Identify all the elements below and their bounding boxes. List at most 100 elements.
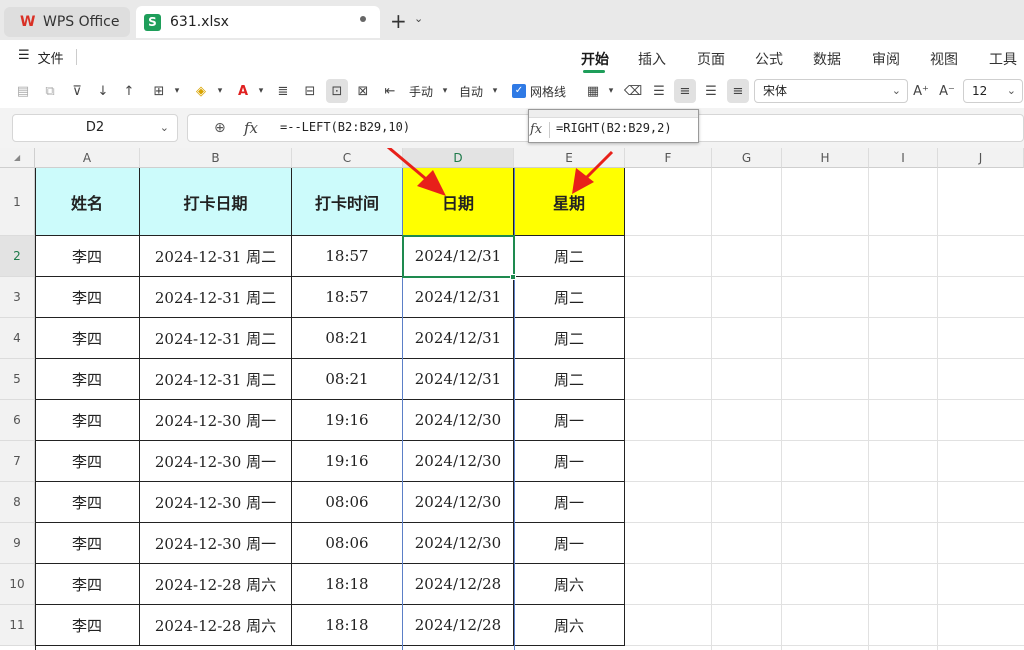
cell-punch-date[interactable]: 2024-12-28 周六 (140, 564, 292, 605)
tab-home[interactable]: 开始 (581, 49, 609, 69)
paste-icon[interactable]: ▤ (14, 82, 32, 100)
select-all-corner[interactable]: ◢ (0, 148, 35, 168)
table-style-menu-icon[interactable]: ▾ (602, 82, 620, 100)
tab-formula[interactable]: 公式 (755, 49, 783, 69)
column-header-i[interactable]: I (869, 148, 938, 168)
sort-descending-icon[interactable]: ↑ (120, 82, 138, 100)
wrap-text-icon[interactable]: ≣ (274, 82, 292, 100)
spreadsheet-grid[interactable]: ◢ A B C D E F G H I J 1 姓名 打卡日期 打卡时间 日期 星期 2 李四… (0, 148, 1024, 650)
cell-name[interactable]: 李四 (35, 441, 140, 482)
cell-punch-date[interactable]: 2024-12-31 周二 (140, 236, 292, 277)
cell-weekday[interactable]: 周二 (514, 318, 625, 359)
align-center-icon[interactable]: ≡ (674, 79, 696, 103)
cell-punch-time[interactable]: 08:21 (292, 359, 403, 400)
name-box[interactable]: D2 ⌄ (12, 114, 178, 142)
column-header-d[interactable]: D (403, 148, 514, 168)
cell-punch-date[interactable]: 2024-12-30 周一 (140, 523, 292, 564)
cell-weekday[interactable]: 周一 (514, 441, 625, 482)
cell-punch-time[interactable]: 08:21 (292, 318, 403, 359)
fill-color-menu-icon[interactable]: ▾ (211, 82, 229, 100)
format-painter-icon[interactable]: ⧉ (41, 82, 59, 100)
cell-punch-date[interactable]: 2024-12-31 周二 (140, 277, 292, 318)
cell-punch-time[interactable]: 18:57 (292, 277, 403, 318)
increase-font-icon[interactable]: A⁺ (912, 82, 930, 100)
cell-weekday[interactable]: 周一 (514, 400, 625, 441)
wps-office-tab[interactable]: W WPS Office (4, 7, 130, 37)
cell-weekday[interactable]: 周二 (514, 236, 625, 277)
align-left-icon[interactable]: ☰ (650, 82, 668, 100)
cell-name[interactable]: 李四 (35, 605, 140, 646)
cell-name[interactable]: 李四 (35, 482, 140, 523)
cell-name[interactable]: 李四 (35, 400, 140, 441)
border-menu-icon[interactable]: ▾ (168, 82, 186, 100)
document-tab[interactable]: S 631.xlsx (136, 6, 380, 38)
cell-weekday[interactable]: 周一 (514, 482, 625, 523)
cell-punch-time[interactable]: 18:57 (292, 236, 403, 277)
header-cell-name[interactable]: 姓名 (35, 168, 140, 236)
header-cell-punch-time[interactable]: 打卡时间 (292, 168, 403, 236)
row-header-2[interactable]: 2 (0, 236, 35, 277)
tab-view[interactable]: 视图 (930, 49, 958, 69)
font-color-menu-icon[interactable]: ▾ (252, 82, 270, 100)
header-cell-punch-date[interactable]: 打卡日期 (140, 168, 292, 236)
manual-menu-icon[interactable]: ▾ (436, 82, 454, 100)
fill-color-icon[interactable]: ◈ (192, 82, 210, 100)
fill-icon[interactable]: ⇤ (381, 82, 399, 100)
font-size-select[interactable]: 12 ⌄ (963, 79, 1023, 103)
auto-menu-icon[interactable]: ▾ (486, 82, 504, 100)
file-menu[interactable]: ☰ 文件 (18, 48, 64, 67)
gridlines-checkbox[interactable]: ✓ (512, 84, 526, 98)
cell-punch-time[interactable]: 08:06 (292, 523, 403, 564)
cell-punch-date[interactable]: 2024-12-30 周一 (140, 400, 292, 441)
tab-page[interactable]: 页面 (697, 49, 725, 69)
row-header-5[interactable]: 5 (0, 359, 35, 400)
tab-tools[interactable]: 工具 (989, 49, 1017, 69)
cell-punch-date[interactable]: 2024-12-28 周六 (140, 605, 292, 646)
row-header-6[interactable]: 6 (0, 400, 35, 441)
cell-weekday[interactable]: 周二 (514, 359, 625, 400)
fill-handle[interactable] (510, 274, 516, 280)
row-header-10[interactable]: 10 (0, 564, 35, 605)
table-style-icon[interactable]: ▦ (584, 82, 602, 100)
tab-review[interactable]: 审阅 (872, 49, 900, 69)
sort-ascending-icon[interactable]: ↓ (94, 82, 112, 100)
column-header-j[interactable]: J (938, 148, 1024, 168)
cell-punch-date[interactable]: 2024-12-31 周二 (140, 359, 292, 400)
unsaved-dot-icon[interactable] (360, 16, 366, 22)
cell-weekday[interactable]: 周二 (514, 277, 625, 318)
font-color-icon[interactable]: A (234, 82, 252, 100)
filter-icon[interactable]: ⊽ (68, 82, 86, 100)
cell-punch-date[interactable]: 2024-12-31 周二 (140, 318, 292, 359)
header-cell-weekday[interactable]: 星期 (514, 168, 625, 236)
cell-punch-date[interactable]: 2024-12-30 周一 (140, 482, 292, 523)
freeze-panes-icon[interactable]: ⊡ (326, 79, 348, 103)
new-tab-menu-icon[interactable]: ⌄ (414, 12, 423, 25)
column-header-f[interactable]: F (625, 148, 712, 168)
row-header-4[interactable]: 4 (0, 318, 35, 359)
formula-text[interactable]: =--LEFT(B2:B29,10) (280, 120, 410, 134)
row-header-9[interactable]: 9 (0, 523, 35, 564)
cell-weekday[interactable]: 周六 (514, 605, 625, 646)
cell-punch-time[interactable]: 19:16 (292, 441, 403, 482)
align-middle-icon[interactable]: ≡ (727, 79, 749, 103)
cell-punch-date[interactable]: 2024-12-30 周一 (140, 441, 292, 482)
cell-name[interactable]: 李四 (35, 277, 140, 318)
align-right-icon[interactable]: ☰ (702, 82, 720, 100)
column-header-g[interactable]: G (712, 148, 782, 168)
tab-insert[interactable]: 插入 (638, 49, 666, 69)
zoom-icon[interactable]: ⊕ (214, 120, 226, 136)
font-name-select[interactable]: 宋体 ⌄ (754, 79, 908, 103)
tab-data[interactable]: 数据 (813, 49, 841, 69)
column-header-h[interactable]: H (782, 148, 869, 168)
cell-punch-time[interactable]: 08:06 (292, 482, 403, 523)
fx-icon[interactable]: fx (244, 119, 258, 137)
auto-calc-button[interactable]: 自动 (459, 83, 483, 100)
cell-name[interactable]: 李四 (35, 318, 140, 359)
new-tab-button[interactable]: + (390, 9, 407, 33)
cell-punch-time[interactable]: 18:18 (292, 564, 403, 605)
column-header-b[interactable]: B (140, 148, 292, 168)
border-icon[interactable]: ⊞ (150, 82, 168, 100)
clear-format-icon[interactable]: ⌫ (624, 82, 642, 100)
cell-name[interactable]: 李四 (35, 359, 140, 400)
row-col-icon[interactable]: ⊠ (354, 82, 372, 100)
